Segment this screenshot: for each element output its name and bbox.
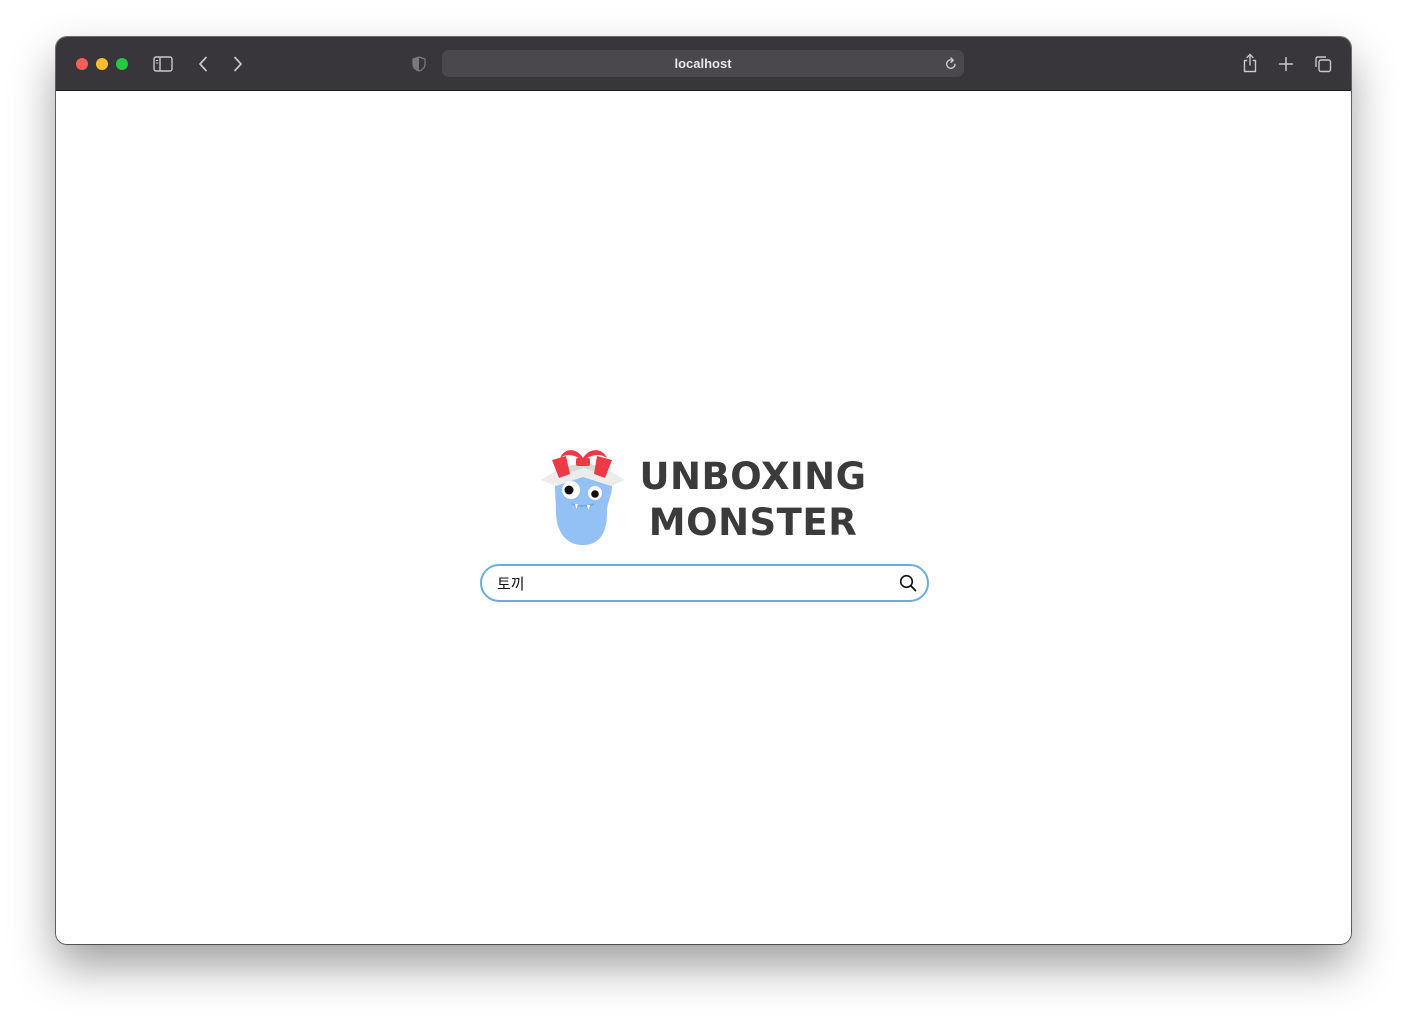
- new-tab-button[interactable]: [1276, 54, 1296, 74]
- monster-mascot-icon: [541, 450, 625, 545]
- plus-icon: [1278, 56, 1294, 72]
- url-text: localhost: [674, 56, 732, 71]
- unboxing-monster-logo[interactable]: UNBOXING MONSTER: [539, 444, 869, 550]
- share-icon: [1243, 53, 1257, 73]
- shield-icon: [412, 56, 426, 72]
- chevron-right-icon: [234, 56, 242, 72]
- address-bar[interactable]: localhost: [442, 50, 964, 77]
- forward-button[interactable]: [230, 54, 246, 74]
- search-input[interactable]: [497, 566, 887, 600]
- search-icon: [899, 574, 917, 592]
- privacy-report-button[interactable]: [410, 55, 428, 73]
- sidebar-toggle-button[interactable]: [152, 54, 174, 74]
- sidebar-icon: [153, 56, 173, 72]
- maximize-window-button[interactable]: [116, 58, 128, 70]
- search-button[interactable]: [899, 574, 917, 592]
- page-content: UNBOXING MONSTER: [56, 91, 1351, 944]
- browser-toolbar: localhost: [56, 37, 1351, 91]
- tabs-overview-icon: [1314, 56, 1331, 73]
- logo-line-unboxing: UNBOXING: [639, 455, 867, 498]
- share-button[interactable]: [1240, 52, 1260, 74]
- reload-icon: [945, 57, 956, 69]
- back-button[interactable]: [195, 54, 211, 74]
- logo-line-monster: MONSTER: [648, 501, 858, 544]
- minimize-window-button[interactable]: [96, 58, 108, 70]
- tab-overview-button[interactable]: [1312, 54, 1333, 74]
- reload-button[interactable]: [943, 56, 958, 71]
- browser-window: localhost UNBOXING MONSTER 토끼: [56, 37, 1351, 944]
- search-box[interactable]: [480, 564, 929, 602]
- close-window-button[interactable]: [76, 58, 88, 70]
- chevron-left-icon: [199, 56, 207, 72]
- logo-wordmark: UNBOXING MONSTER: [639, 454, 867, 546]
